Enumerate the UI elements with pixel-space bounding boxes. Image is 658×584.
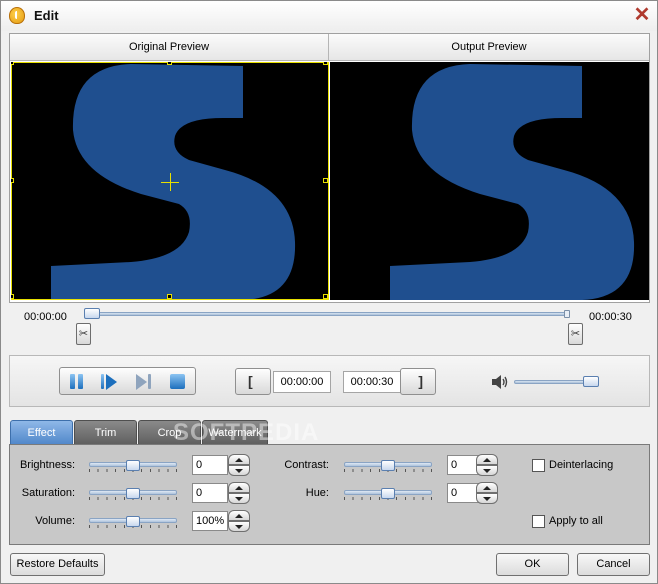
end-time-field[interactable]: 00:00:30	[343, 371, 401, 393]
brightness-stepper[interactable]	[228, 454, 250, 476]
pause-icon	[78, 374, 83, 389]
title-bar: Edit ✕	[1, 1, 657, 31]
stop-button[interactable]	[169, 373, 187, 391]
tab-effect[interactable]: Effect	[10, 420, 73, 445]
arrow-up-icon[interactable]	[476, 482, 498, 493]
next-frame-icon	[136, 374, 147, 390]
crop-handle[interactable]	[167, 62, 172, 65]
pause-button[interactable]	[68, 373, 86, 391]
timeline-end-time: 00:00:30	[589, 311, 632, 323]
scissors-icon: ✂	[570, 328, 581, 340]
stop-icon	[170, 374, 185, 389]
scissors-icon: ✂	[78, 328, 89, 340]
window-title: Edit	[34, 8, 59, 23]
tab-trim[interactable]: Trim	[74, 420, 137, 445]
next-frame-button[interactable]	[135, 373, 153, 391]
hue-thumb[interactable]	[381, 488, 395, 499]
crop-handle[interactable]	[323, 178, 328, 183]
timeline-end-marker[interactable]	[564, 310, 570, 318]
arrow-down-icon[interactable]	[228, 493, 250, 504]
hue-stepper[interactable]	[476, 482, 498, 504]
crop-handle[interactable]	[323, 62, 328, 65]
letter-s-shape	[390, 64, 635, 300]
arrow-down-icon[interactable]	[228, 521, 250, 532]
contrast-label: Contrast:	[284, 459, 329, 471]
timeline-start-time: 00:00:00	[24, 311, 67, 323]
arrow-up-icon[interactable]	[228, 454, 250, 465]
volume-input[interactable]: 100%	[192, 511, 228, 531]
trim-end-marker[interactable]: ✂	[568, 323, 583, 345]
arrow-down-icon[interactable]	[476, 493, 498, 504]
play-icon	[106, 374, 117, 390]
set-start-button[interactable]: [	[235, 368, 271, 395]
deinterlacing-checkbox[interactable]	[532, 459, 545, 472]
playback-controls	[59, 367, 196, 395]
original-preview-pane[interactable]	[11, 62, 329, 300]
apply-to-all-checkbox[interactable]	[532, 515, 545, 528]
arrow-down-icon[interactable]	[476, 465, 498, 476]
crop-handle[interactable]	[11, 294, 14, 299]
hue-label: Hue:	[305, 487, 329, 499]
play-button[interactable]	[101, 373, 119, 391]
crop-handle[interactable]	[167, 294, 172, 299]
speaker-icon[interactable]	[491, 373, 509, 391]
close-icon[interactable]: ✕	[633, 5, 651, 25]
next-frame-icon	[148, 374, 151, 389]
timeline-thumb[interactable]	[84, 308, 100, 319]
crop-handle[interactable]	[11, 62, 14, 65]
edit-dialog: Edit ✕ Original Preview Output Preview 0…	[0, 0, 658, 584]
preview-area: Original Preview Output Preview	[9, 33, 650, 303]
saturation-label: Saturation:	[21, 487, 75, 499]
crosshair-icon	[170, 173, 171, 191]
volume-slider-thumb[interactable]	[126, 516, 140, 527]
output-preview-header: Output Preview	[329, 34, 649, 61]
start-time-field[interactable]: 00:00:00	[273, 371, 331, 393]
arrow-up-icon[interactable]	[228, 482, 250, 493]
saturation-stepper[interactable]	[228, 482, 250, 504]
arrow-up-icon[interactable]	[228, 510, 250, 521]
contrast-stepper[interactable]	[476, 454, 498, 476]
trim-start-marker[interactable]: ✂	[76, 323, 91, 345]
saturation-input[interactable]: 0	[192, 483, 228, 503]
app-icon	[9, 7, 25, 24]
output-preview-image	[390, 64, 635, 300]
original-preview-header: Original Preview	[10, 34, 329, 61]
deinterlacing-label: Deinterlacing	[549, 459, 614, 471]
brightness-input[interactable]: 0	[192, 455, 228, 475]
arrow-down-icon[interactable]	[228, 465, 250, 476]
pause-icon	[70, 374, 75, 389]
brightness-thumb[interactable]	[126, 460, 140, 471]
output-preview-pane	[330, 62, 649, 300]
restore-defaults-button[interactable]: Restore Defaults	[10, 553, 105, 576]
arrow-up-icon[interactable]	[476, 454, 498, 465]
volume-stepper[interactable]	[228, 510, 250, 532]
timeline-track[interactable]	[87, 312, 567, 316]
apply-to-all-label: Apply to all	[549, 515, 603, 527]
crop-frame[interactable]	[11, 62, 329, 300]
volume-thumb[interactable]	[583, 376, 599, 387]
softpedia-watermark: SOFTPEDIA	[173, 419, 320, 446]
set-end-button[interactable]: ]	[400, 368, 436, 395]
ok-button[interactable]: OK	[496, 553, 569, 576]
crop-handle[interactable]	[323, 294, 328, 299]
brightness-label: Brightness:	[19, 459, 75, 471]
play-icon	[101, 374, 104, 389]
volume-label: Volume:	[35, 515, 75, 527]
contrast-thumb[interactable]	[381, 460, 395, 471]
cancel-button[interactable]: Cancel	[577, 553, 650, 576]
crop-handle[interactable]	[11, 178, 14, 183]
saturation-thumb[interactable]	[126, 488, 140, 499]
